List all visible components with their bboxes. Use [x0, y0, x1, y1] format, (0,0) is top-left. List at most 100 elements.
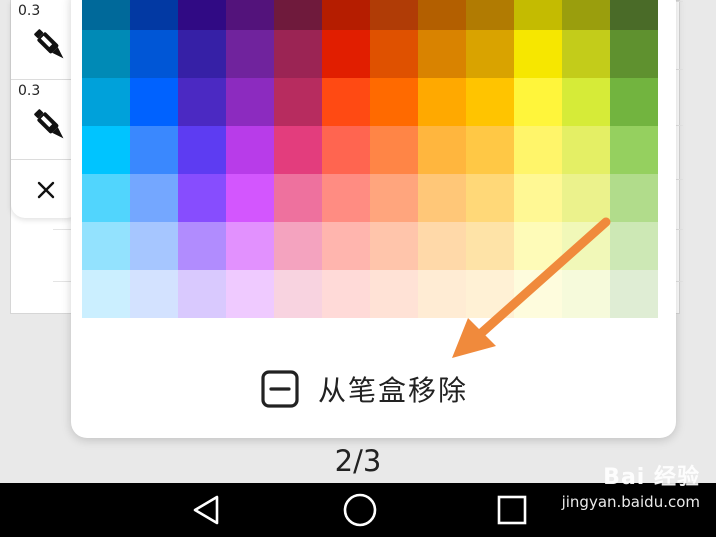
- color-swatch[interactable]: [610, 126, 658, 174]
- color-picker-popup: 从笔盒移除: [71, 0, 676, 438]
- color-swatch[interactable]: [562, 270, 610, 318]
- color-swatch[interactable]: [130, 78, 178, 126]
- watermark-url: jingyan.baidu.com: [561, 493, 700, 511]
- color-swatch[interactable]: [370, 174, 418, 222]
- color-swatch[interactable]: [418, 78, 466, 126]
- color-swatch[interactable]: [178, 174, 226, 222]
- recents-square-icon: [497, 495, 527, 525]
- color-swatch[interactable]: [418, 270, 466, 318]
- color-swatch[interactable]: [610, 270, 658, 318]
- back-triangle-icon: [193, 495, 219, 525]
- color-swatch[interactable]: [466, 0, 514, 30]
- color-swatch[interactable]: [226, 222, 274, 270]
- color-swatch[interactable]: [322, 78, 370, 126]
- color-swatch[interactable]: [514, 30, 562, 78]
- color-swatch[interactable]: [130, 174, 178, 222]
- color-swatch[interactable]: [466, 174, 514, 222]
- color-swatch[interactable]: [226, 126, 274, 174]
- color-swatch[interactable]: [370, 126, 418, 174]
- pen-size-label: 0.3: [18, 83, 41, 99]
- color-swatch[interactable]: [562, 126, 610, 174]
- recents-button[interactable]: [482, 483, 542, 537]
- color-swatch[interactable]: [514, 222, 562, 270]
- close-icon: [37, 181, 55, 199]
- color-swatch[interactable]: [562, 222, 610, 270]
- color-swatch[interactable]: [322, 174, 370, 222]
- color-swatch[interactable]: [418, 126, 466, 174]
- color-swatch[interactable]: [370, 78, 418, 126]
- color-swatch[interactable]: [418, 30, 466, 78]
- color-swatch[interactable]: [466, 222, 514, 270]
- color-swatch[interactable]: [130, 0, 178, 30]
- color-swatch[interactable]: [178, 30, 226, 78]
- pen-icon: [34, 109, 64, 139]
- color-swatch[interactable]: [514, 78, 562, 126]
- color-swatch[interactable]: [226, 78, 274, 126]
- color-swatch[interactable]: [514, 126, 562, 174]
- color-swatch[interactable]: [226, 30, 274, 78]
- color-swatch[interactable]: [226, 270, 274, 318]
- color-swatch[interactable]: [82, 270, 130, 318]
- color-swatch[interactable]: [82, 222, 130, 270]
- color-swatch[interactable]: [418, 222, 466, 270]
- color-swatch[interactable]: [514, 174, 562, 222]
- color-swatch[interactable]: [610, 30, 658, 78]
- baidu-jingyan-watermark: Bai 经验 jingyan.baidu.com: [562, 459, 700, 511]
- color-swatch[interactable]: [130, 222, 178, 270]
- color-swatch[interactable]: [562, 78, 610, 126]
- color-swatch[interactable]: [82, 0, 130, 30]
- color-swatch[interactable]: [178, 78, 226, 126]
- color-swatch[interactable]: [130, 126, 178, 174]
- color-swatch[interactable]: [226, 0, 274, 30]
- color-swatch[interactable]: [418, 174, 466, 222]
- color-swatch[interactable]: [82, 126, 130, 174]
- color-swatch[interactable]: [274, 0, 322, 30]
- color-swatch[interactable]: [130, 270, 178, 318]
- color-swatch[interactable]: [322, 222, 370, 270]
- back-button[interactable]: [176, 483, 236, 537]
- color-swatch[interactable]: [178, 126, 226, 174]
- color-swatch[interactable]: [370, 0, 418, 30]
- color-swatch[interactable]: [562, 30, 610, 78]
- color-swatch[interactable]: [226, 174, 274, 222]
- remove-from-penbox-label: 从笔盒移除: [318, 374, 469, 407]
- color-swatch[interactable]: [274, 126, 322, 174]
- remove-from-penbox-button[interactable]: 从笔盒移除: [260, 366, 500, 412]
- color-swatch[interactable]: [82, 30, 130, 78]
- color-swatch[interactable]: [274, 174, 322, 222]
- color-swatch[interactable]: [178, 222, 226, 270]
- color-swatch[interactable]: [178, 0, 226, 30]
- color-swatch[interactable]: [130, 30, 178, 78]
- color-swatch[interactable]: [466, 30, 514, 78]
- color-swatch[interactable]: [322, 0, 370, 30]
- color-swatch[interactable]: [514, 270, 562, 318]
- color-swatch[interactable]: [610, 174, 658, 222]
- color-palette-grid: [82, 0, 658, 318]
- color-swatch[interactable]: [274, 270, 322, 318]
- home-button[interactable]: [330, 483, 390, 537]
- color-swatch[interactable]: [562, 174, 610, 222]
- color-swatch[interactable]: [514, 0, 562, 30]
- color-swatch[interactable]: [370, 270, 418, 318]
- color-swatch[interactable]: [178, 270, 226, 318]
- color-swatch[interactable]: [466, 78, 514, 126]
- home-circle-icon: [343, 493, 377, 527]
- color-swatch[interactable]: [274, 30, 322, 78]
- color-swatch[interactable]: [274, 222, 322, 270]
- color-swatch[interactable]: [610, 0, 658, 30]
- color-swatch[interactable]: [274, 78, 322, 126]
- color-swatch[interactable]: [418, 0, 466, 30]
- color-swatch[interactable]: [322, 270, 370, 318]
- color-swatch[interactable]: [370, 30, 418, 78]
- color-swatch[interactable]: [610, 78, 658, 126]
- color-swatch[interactable]: [610, 222, 658, 270]
- color-swatch[interactable]: [82, 78, 130, 126]
- color-swatch[interactable]: [82, 174, 130, 222]
- color-swatch[interactable]: [466, 270, 514, 318]
- color-swatch[interactable]: [370, 222, 418, 270]
- pen-icon: [34, 29, 64, 59]
- color-swatch[interactable]: [322, 30, 370, 78]
- color-swatch[interactable]: [466, 126, 514, 174]
- color-swatch[interactable]: [322, 126, 370, 174]
- color-swatch[interactable]: [562, 0, 610, 30]
